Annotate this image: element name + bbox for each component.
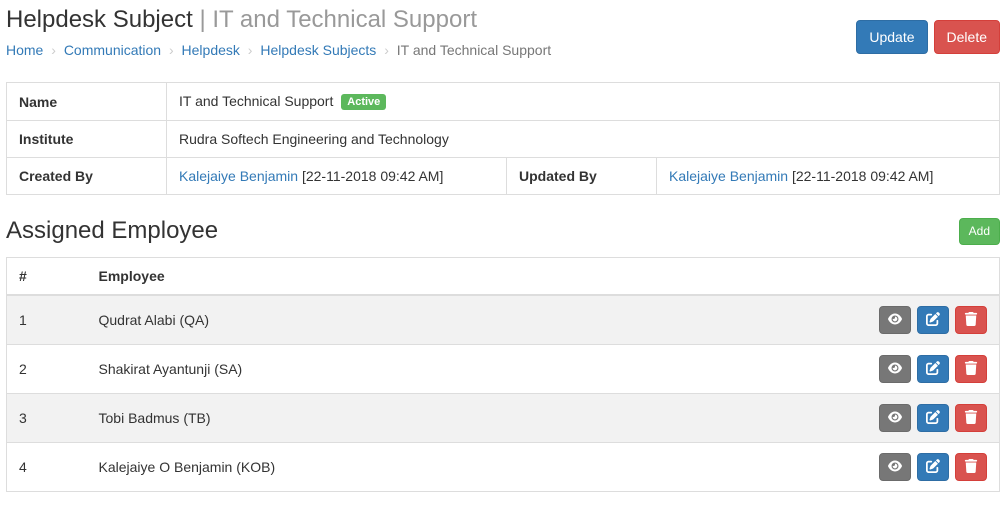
view-button[interactable] (879, 404, 911, 432)
col-actions (740, 258, 1000, 296)
add-button[interactable]: Add (959, 218, 1000, 245)
breadcrumb-current: IT and Technical Support (397, 42, 551, 58)
table-row: 4 Kalejaiye O Benjamin (KOB) (7, 443, 1000, 492)
breadcrumb-home[interactable]: Home (6, 42, 43, 58)
row-employee: Qudrat Alabi (QA) (87, 295, 740, 345)
title-prefix: Helpdesk Subject (6, 6, 193, 33)
eye-icon (888, 312, 902, 329)
details-table: Name IT and Technical Support Active Ins… (6, 82, 1000, 195)
created-by-cell: Kalejaiye Benjamin [22-11-2018 09:42 AM] (167, 158, 507, 195)
edit-button[interactable] (917, 453, 949, 481)
eye-icon (888, 459, 902, 476)
edit-button[interactable] (917, 355, 949, 383)
breadcrumb-sep: › (165, 42, 178, 58)
row-employee: Shakirat Ayantunji (SA) (87, 345, 740, 394)
trash-icon (964, 312, 978, 329)
row-index: 2 (7, 345, 87, 394)
col-employee: Employee (87, 258, 740, 296)
update-button[interactable]: Update (856, 20, 927, 54)
breadcrumb-sep: › (380, 42, 393, 58)
name-value-cell: IT and Technical Support Active (167, 83, 1000, 121)
updated-by-user[interactable]: Kalejaiye Benjamin (669, 168, 788, 184)
assigned-heading: Assigned Employee (6, 217, 218, 245)
breadcrumb: Home › Communication › Helpdesk › Helpde… (6, 38, 856, 66)
delete-row-button[interactable] (955, 355, 987, 383)
row-employee: Kalejaiye O Benjamin (KOB) (87, 443, 740, 492)
delete-row-button[interactable] (955, 404, 987, 432)
institute-value: Rudra Softech Engineering and Technology (167, 121, 1000, 158)
name-value: IT and Technical Support (179, 93, 333, 109)
table-row: 2 Shakirat Ayantunji (SA) (7, 345, 1000, 394)
status-badge: Active (341, 94, 386, 110)
updated-by-label: Updated By (507, 158, 657, 195)
employee-table: # Employee 1 Qudrat Alabi (QA) (6, 257, 1000, 492)
updated-by-ts: [22-11-2018 09:42 AM] (788, 168, 933, 184)
edit-icon (926, 312, 940, 329)
created-by-label: Created By (7, 158, 167, 195)
breadcrumb-helpdesk[interactable]: Helpdesk (182, 42, 240, 58)
created-by-ts: [22-11-2018 09:42 AM] (298, 168, 443, 184)
trash-icon (964, 459, 978, 476)
eye-icon (888, 361, 902, 378)
updated-by-cell: Kalejaiye Benjamin [22-11-2018 09:42 AM] (657, 158, 1000, 195)
name-label: Name (7, 83, 167, 121)
view-button[interactable] (879, 306, 911, 334)
page-title: Helpdesk Subject | IT and Technical Supp… (6, 6, 856, 34)
table-row: 3 Tobi Badmus (TB) (7, 394, 1000, 443)
table-row: 1 Qudrat Alabi (QA) (7, 295, 1000, 345)
breadcrumb-communication[interactable]: Communication (64, 42, 161, 58)
breadcrumb-helpdesk-subjects[interactable]: Helpdesk Subjects (260, 42, 376, 58)
title-name: IT and Technical Support (212, 6, 477, 33)
delete-button[interactable]: Delete (934, 20, 1000, 54)
breadcrumb-sep: › (47, 42, 60, 58)
delete-row-button[interactable] (955, 453, 987, 481)
institute-label: Institute (7, 121, 167, 158)
view-button[interactable] (879, 453, 911, 481)
row-index: 4 (7, 443, 87, 492)
breadcrumb-sep: › (244, 42, 257, 58)
edit-button[interactable] (917, 306, 949, 334)
title-divider: | (193, 6, 213, 33)
eye-icon (888, 410, 902, 427)
edit-icon (926, 361, 940, 378)
edit-icon (926, 459, 940, 476)
created-by-user[interactable]: Kalejaiye Benjamin (179, 168, 298, 184)
row-index: 1 (7, 295, 87, 345)
edit-icon (926, 410, 940, 427)
edit-button[interactable] (917, 404, 949, 432)
trash-icon (964, 361, 978, 378)
view-button[interactable] (879, 355, 911, 383)
trash-icon (964, 410, 978, 427)
col-index: # (7, 258, 87, 296)
row-employee: Tobi Badmus (TB) (87, 394, 740, 443)
row-index: 3 (7, 394, 87, 443)
delete-row-button[interactable] (955, 306, 987, 334)
